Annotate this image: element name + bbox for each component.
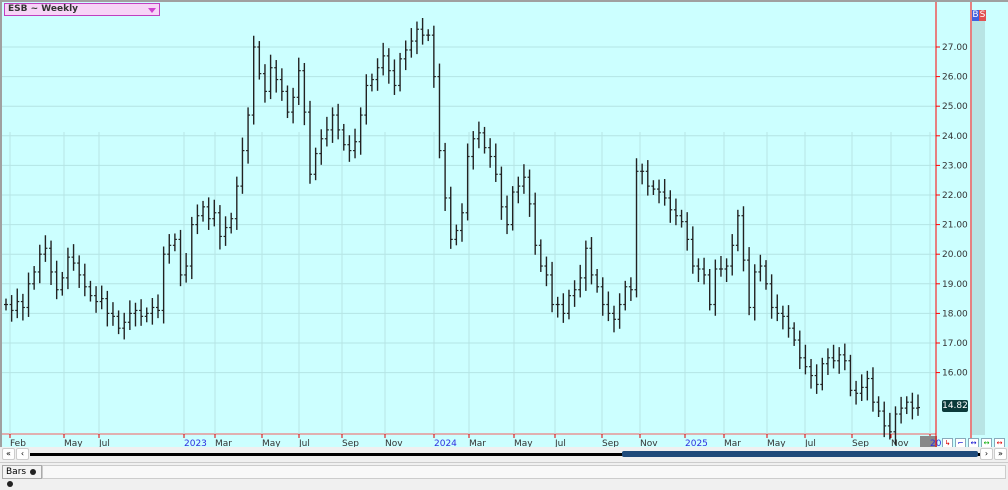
price-tick-label: 25.00 xyxy=(942,102,968,112)
scroll-next-button[interactable]: › xyxy=(980,448,993,460)
price-tick-label: 27.00 xyxy=(942,43,968,53)
status-field xyxy=(42,465,1006,479)
buy-button[interactable]: B xyxy=(972,10,979,21)
price-tick-label: 17.00 xyxy=(942,339,968,349)
status-bar: Bars xyxy=(0,462,1008,487)
side-column xyxy=(972,21,985,435)
dot-icon xyxy=(29,468,36,475)
scroll-prev-button[interactable]: ‹ xyxy=(16,448,29,460)
bars-tab-label: Bars xyxy=(6,467,27,477)
price-tick-label: 22.00 xyxy=(942,191,968,201)
price-tick-label: 20.00 xyxy=(942,250,968,260)
price-tick-label: 16.00 xyxy=(942,369,968,379)
sell-button[interactable]: S xyxy=(979,10,986,21)
scroll-first-button[interactable]: « xyxy=(2,448,15,460)
symbol-selector[interactable]: ESB ~ Weekly xyxy=(4,3,160,16)
price-tick-label: 21.00 xyxy=(942,221,968,231)
scroll-last-button[interactable]: » xyxy=(994,448,1007,460)
price-tick-label: 23.00 xyxy=(942,161,968,171)
dropdown-arrow-icon xyxy=(148,8,156,13)
symbol-title: ESB ~ Weekly xyxy=(8,4,79,14)
time-scrollbar[interactable]: « ‹ › » xyxy=(0,447,1008,461)
price-tick-label: 18.00 xyxy=(942,309,968,319)
dot-icon xyxy=(7,480,13,487)
price-tick-label: 19.00 xyxy=(942,280,968,290)
price-tick-label: 24.00 xyxy=(942,132,968,142)
chart-canvas[interactable]: 16.00 17.00 18.00 19.00 20.00 21.00 22.00 23.00… xyxy=(2,2,1008,449)
price-chart[interactable]: 16.00 17.00 18.00 19.00 20.00 21.00 22.00 23.00… xyxy=(0,0,1008,449)
price-tick-label: 26.00 xyxy=(942,73,968,83)
last-price-label: 14.82 xyxy=(942,400,968,412)
bars-tab[interactable]: Bars xyxy=(2,465,42,487)
scroll-thumb[interactable] xyxy=(622,451,978,457)
